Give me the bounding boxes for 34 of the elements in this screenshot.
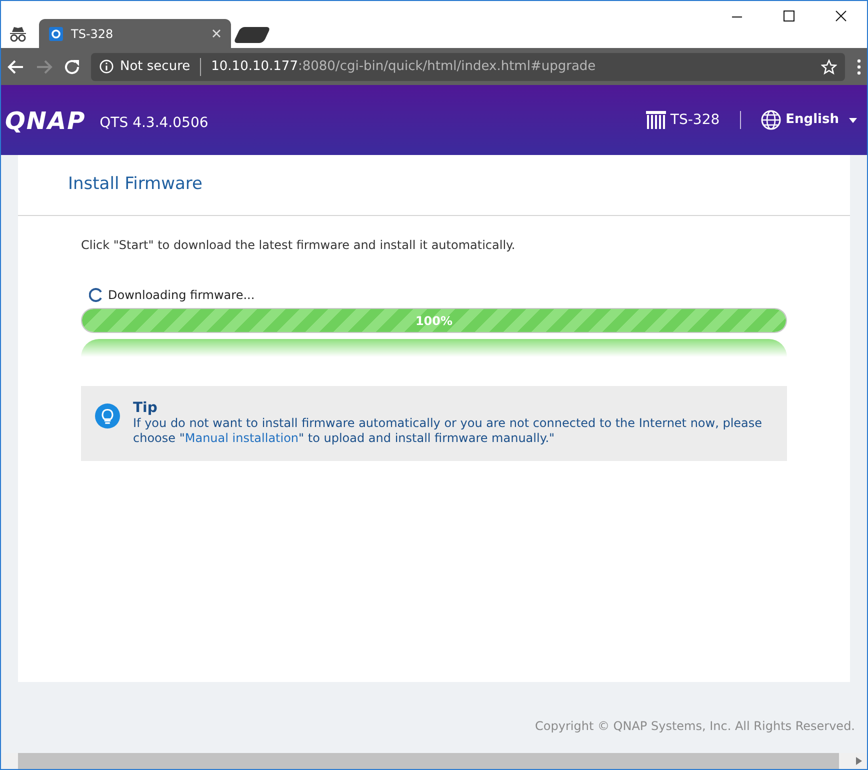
info-icon xyxy=(99,59,114,74)
tip-text: If you do not want to install firmware automatically or you are not connected to the Internet now, please choose "Manual installation" to upload and install firmware manually." xyxy=(133,416,764,446)
copyright-text: Copyright © QNAP Systems, Inc. All Rights Reserved. xyxy=(535,718,855,734)
close-icon[interactable] xyxy=(835,10,847,22)
url-path: :8080/cgi-bin/quick/html/index.html#upgrade xyxy=(298,58,596,74)
incognito-icon xyxy=(9,26,27,42)
status-text: Downloading firmware... xyxy=(108,287,255,304)
address-bar[interactable]: Not secure 10.10.10.177:8080/cgi-bin/quick/html/index.html#upgrade xyxy=(91,52,845,80)
language-dropdown[interactable]: English xyxy=(786,110,857,130)
security-label: Not secure xyxy=(120,58,190,76)
version-label: QTS 4.3.4.0506 xyxy=(100,114,208,132)
globe-icon[interactable] xyxy=(760,110,781,130)
maximize-icon[interactable] xyxy=(783,10,795,22)
scroll-right-icon[interactable] xyxy=(856,757,862,765)
manual-installation-link[interactable]: Manual installation xyxy=(184,431,299,445)
instruction-text: Click "Start" to download the latest firmware and install it automatically. xyxy=(81,237,516,254)
browser-tab[interactable]: TS-328 xyxy=(39,19,231,48)
bookmark-star-icon[interactable] xyxy=(821,58,837,74)
back-icon[interactable] xyxy=(7,58,25,76)
logo: QNAP xyxy=(5,106,86,137)
tip-title: Tip xyxy=(133,400,158,416)
menu-icon[interactable] xyxy=(857,58,861,74)
progress-label: 100% xyxy=(414,312,454,330)
spinner-icon xyxy=(89,288,103,302)
horizontal-scrollbar[interactable] xyxy=(1,753,867,769)
device-name: TS-328 xyxy=(670,110,720,130)
page-title: Install Firmware xyxy=(68,173,202,196)
caret-icon xyxy=(849,118,857,122)
close-tab-icon[interactable] xyxy=(212,29,221,38)
url-host: 10.10.10.177 xyxy=(211,58,298,74)
tab-favicon-icon xyxy=(49,26,63,40)
new-tab-button[interactable] xyxy=(233,27,271,43)
server-icon xyxy=(646,111,666,129)
reload-icon[interactable] xyxy=(63,58,81,76)
